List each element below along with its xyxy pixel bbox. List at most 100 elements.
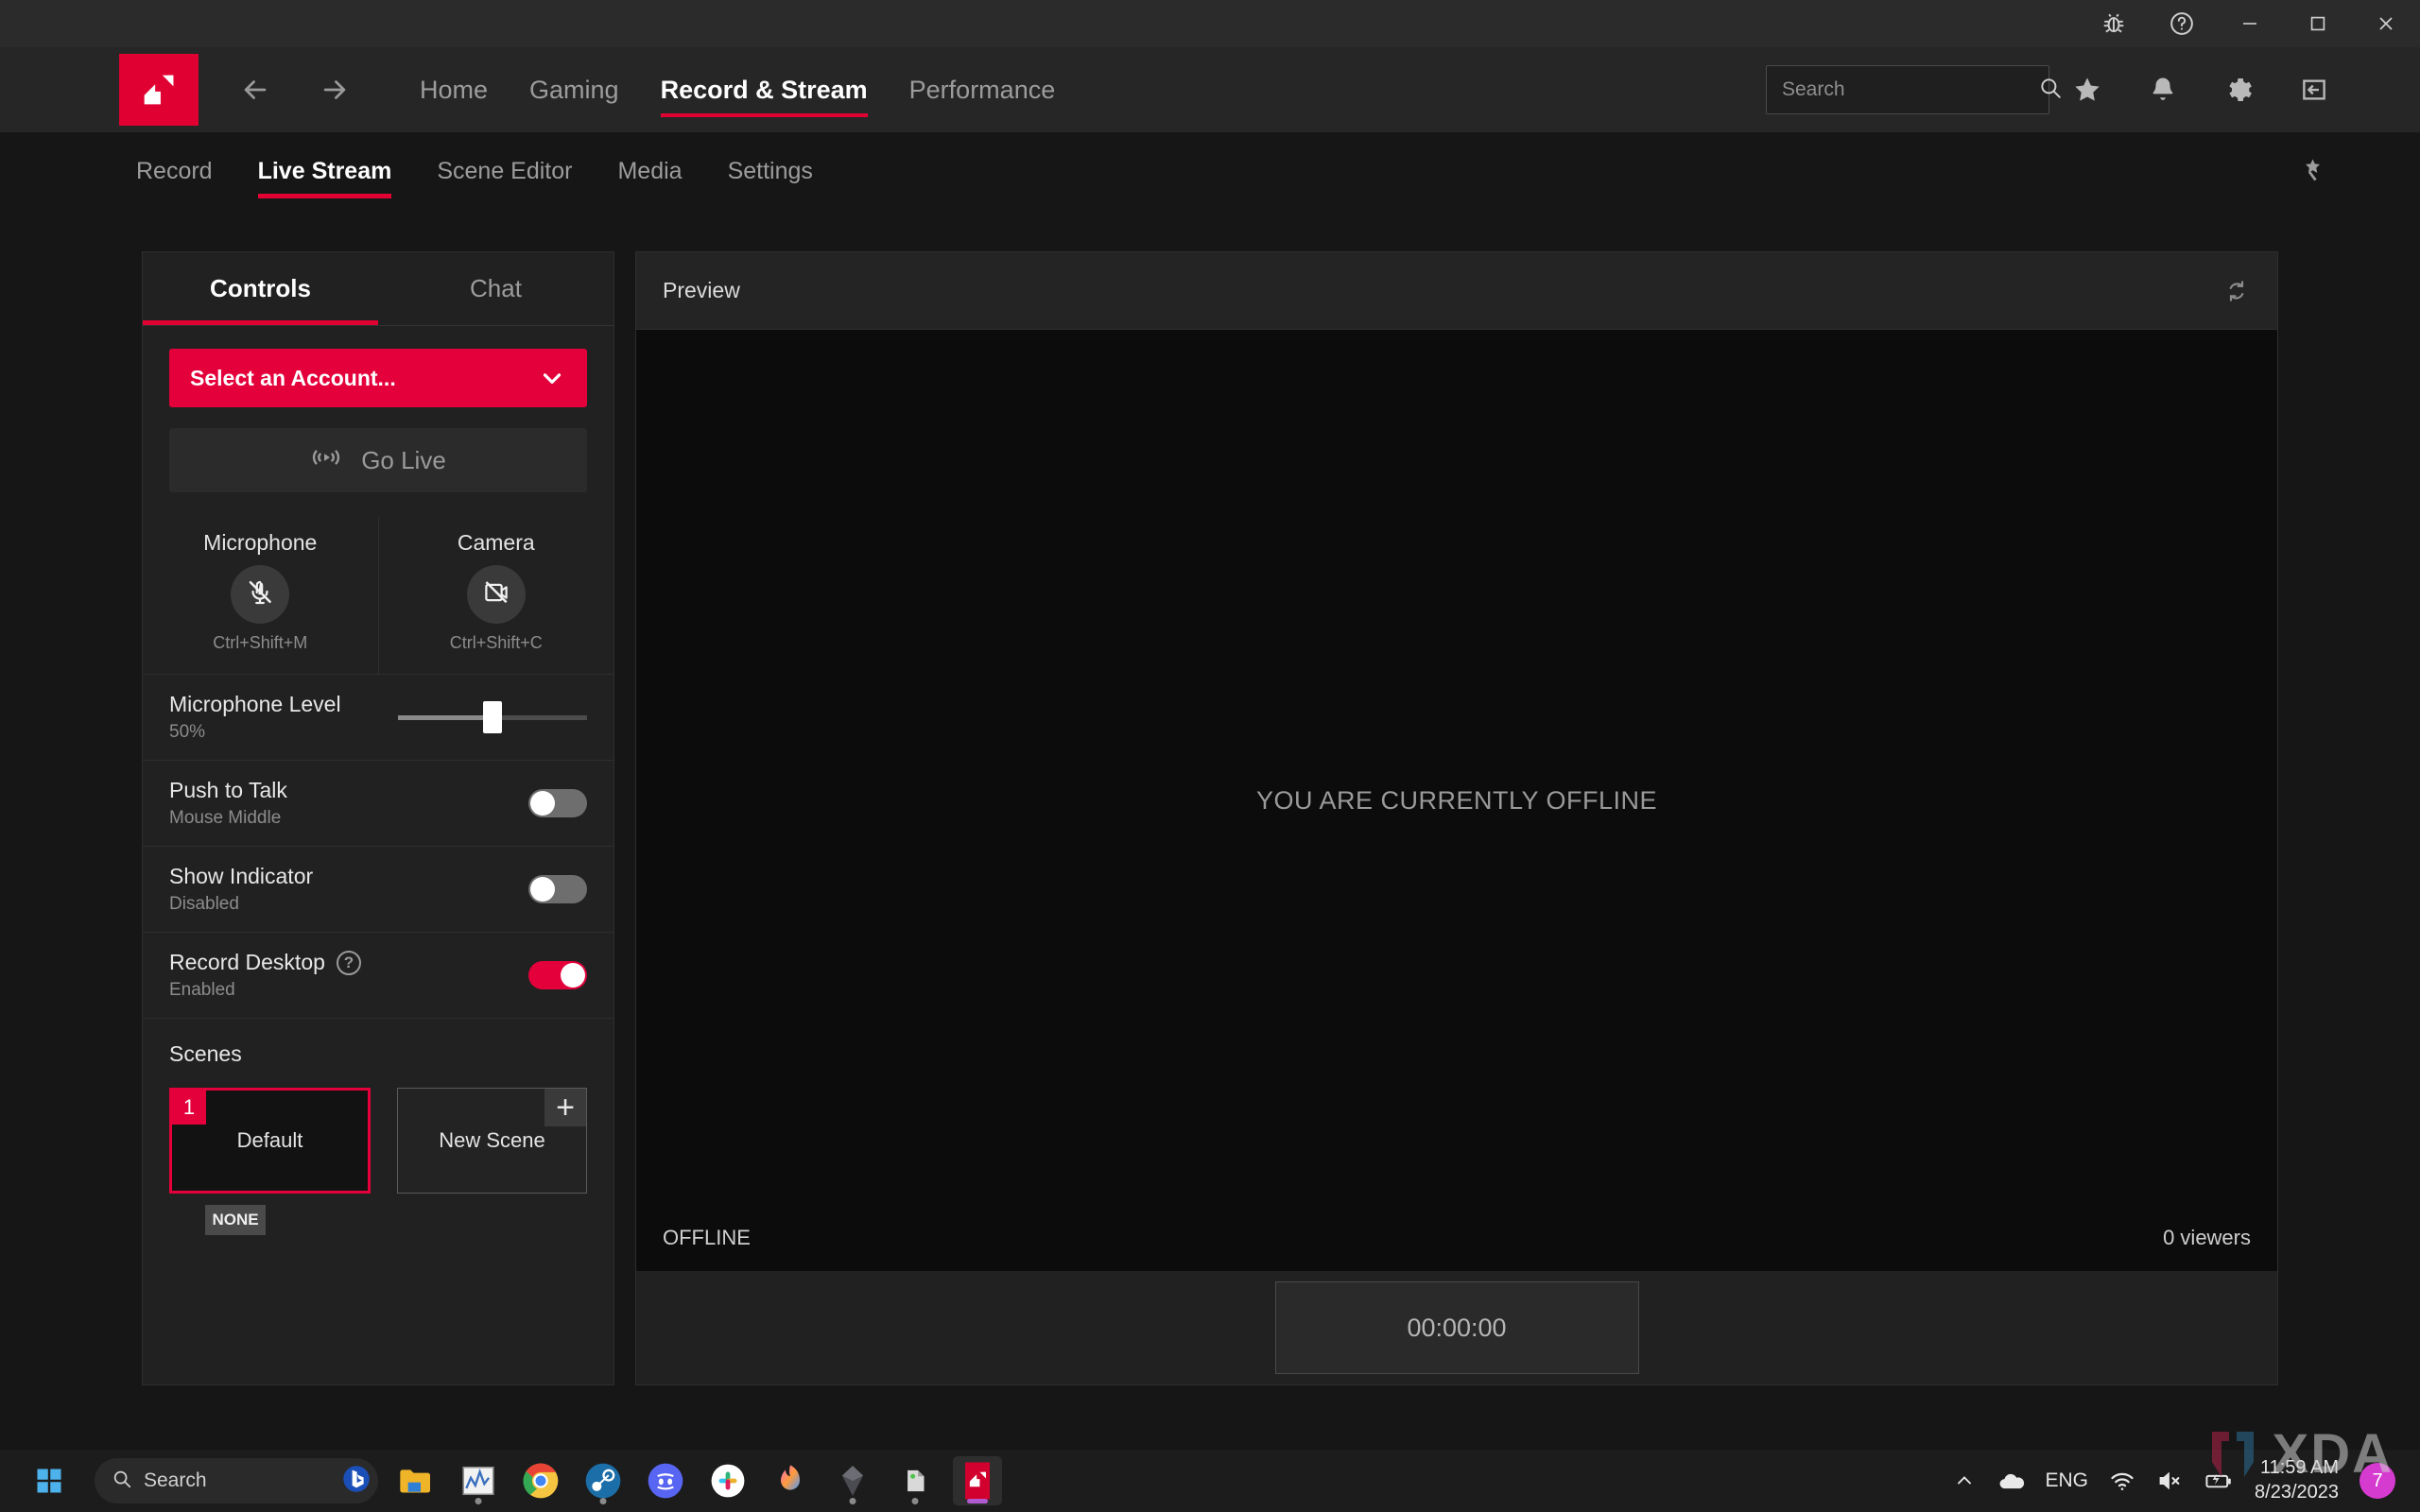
- firefox-icon[interactable]: [766, 1456, 815, 1505]
- bug-report-icon[interactable]: [2080, 0, 2148, 47]
- steam-icon[interactable]: [579, 1456, 628, 1505]
- record-desktop-toggle[interactable]: [528, 961, 587, 989]
- nav-link-gaming[interactable]: Gaming: [509, 47, 640, 132]
- go-live-button[interactable]: Go Live: [169, 428, 587, 492]
- search-input[interactable]: [1782, 78, 2038, 101]
- search-box[interactable]: [1766, 65, 2061, 114]
- microphone-level-label: Microphone Level: [169, 692, 341, 716]
- go-live-label: Go Live: [361, 445, 446, 474]
- nav-back-icon[interactable]: [225, 74, 285, 106]
- slider-thumb[interactable]: [483, 701, 502, 733]
- show-indicator-toggle[interactable]: [528, 875, 587, 903]
- device-toggles: Microphone Ctrl+Shift+M Camera Ctrl+Shif…: [143, 517, 614, 675]
- maximize-icon[interactable]: [2284, 0, 2352, 47]
- preview-footer: 00:00:00: [636, 1271, 2277, 1384]
- close-icon[interactable]: [2352, 0, 2420, 47]
- amd-logo-icon[interactable]: [119, 54, 199, 126]
- scene-name: Default: [236, 1128, 303, 1152]
- nav-link-home[interactable]: Home: [399, 47, 509, 132]
- nav-link-record-and-stream[interactable]: Record & Stream: [640, 47, 889, 132]
- gem-app-icon[interactable]: [828, 1456, 877, 1505]
- microphone-muted-icon: [246, 578, 274, 611]
- favorites-star-icon[interactable]: [2049, 57, 2125, 123]
- bing-chat-icon[interactable]: [342, 1465, 371, 1498]
- running-indicator: [849, 1498, 856, 1504]
- nav-forward-icon[interactable]: [304, 74, 365, 106]
- help-question-icon[interactable]: ?: [336, 950, 361, 975]
- tab-live-stream[interactable]: Live Stream: [235, 132, 415, 210]
- show-hidden-icons-chevron-icon[interactable]: [1953, 1469, 1976, 1492]
- show-indicator-value: Disabled: [169, 894, 239, 914]
- discord-icon[interactable]: [641, 1456, 690, 1505]
- running-indicator: [599, 1498, 607, 1504]
- windows-start-icon[interactable]: [25, 1456, 74, 1505]
- tab-record[interactable]: Record: [113, 132, 235, 210]
- stream-status: OFFLINE: [663, 1226, 751, 1249]
- push-to-talk-value: Mouse Middle: [169, 808, 282, 828]
- microphone-mute-button[interactable]: [231, 565, 290, 624]
- setting-row-push-to-talk: Push to Talk Mouse Middle: [143, 761, 614, 847]
- select-account-dropdown[interactable]: Select an Account...: [169, 349, 587, 407]
- nav-link-performance[interactable]: Performance: [889, 47, 1077, 132]
- new-scene-button[interactable]: + New Scene: [397, 1088, 587, 1194]
- preview-title: Preview: [663, 278, 740, 302]
- chrome-icon[interactable]: [516, 1456, 565, 1505]
- file-explorer-icon[interactable]: [391, 1456, 441, 1505]
- select-account-label: Select an Account...: [190, 365, 396, 390]
- chart-app-icon[interactable]: [454, 1456, 503, 1505]
- search-icon: [112, 1469, 132, 1494]
- microphone-level-slider[interactable]: [398, 698, 587, 736]
- sub-navigation: Record Live Stream Scene Editor Media Se…: [0, 132, 2420, 210]
- nav-links: Home Gaming Record & Stream Performance: [399, 47, 1076, 132]
- object-app-icon[interactable]: [890, 1456, 940, 1505]
- tab-media[interactable]: Media: [595, 132, 704, 210]
- taskbar-search[interactable]: Search: [95, 1458, 378, 1503]
- broadcast-icon: [310, 441, 342, 480]
- minimize-icon[interactable]: [2216, 0, 2284, 47]
- onedrive-cloud-icon[interactable]: [1996, 1467, 2025, 1495]
- tab-scene-editor[interactable]: Scene Editor: [414, 132, 595, 210]
- tab-settings[interactable]: Settings: [705, 132, 836, 210]
- microphone-level-value: 50%: [169, 722, 206, 742]
- amd-software-icon[interactable]: [953, 1456, 1002, 1505]
- taskbar-apps: Search: [0, 1456, 1002, 1505]
- help-icon[interactable]: [2148, 0, 2216, 47]
- microphone-title: Microphone: [203, 530, 318, 555]
- slider-fill: [398, 714, 493, 720]
- volume-muted-icon[interactable]: [2156, 1468, 2183, 1494]
- refresh-icon[interactable]: [2222, 277, 2251, 305]
- scene-card-default[interactable]: 1 Default: [169, 1088, 371, 1194]
- panel-tab-controls[interactable]: Controls: [143, 252, 378, 325]
- push-to-talk-label: Push to Talk: [169, 778, 287, 802]
- pin-icon[interactable]: [2293, 155, 2325, 187]
- push-to-talk-toggle[interactable]: [528, 789, 587, 817]
- camera-disable-button[interactable]: [466, 565, 526, 624]
- language-indicator[interactable]: ENG: [2046, 1469, 2089, 1492]
- camera-title: Camera: [457, 530, 535, 555]
- panel-tabs: Controls Chat: [143, 252, 614, 326]
- preview-stage: YOU ARE CURRENTLY OFFLINE OFFLINE 0 view…: [636, 330, 2277, 1271]
- stream-timer: 00:00:00: [1274, 1281, 1639, 1374]
- slack-icon[interactable]: [703, 1456, 752, 1505]
- window-titlebar: [0, 0, 2420, 47]
- notifications-bell-icon[interactable]: [2125, 57, 2201, 123]
- toggle-knob: [530, 791, 555, 816]
- record-desktop-label: Record Desktop: [169, 950, 325, 974]
- settings-gear-icon[interactable]: [2201, 57, 2276, 123]
- scenes-section: Scenes 1 Default NONE + New Scene: [143, 1019, 614, 1258]
- scene-number: 1: [172, 1091, 206, 1125]
- scenes-title: Scenes: [169, 1041, 242, 1066]
- camera-disabled-icon: [482, 578, 510, 611]
- stream-preview-panel: Preview YOU ARE CURRENTLY OFFLINE OFFLIN…: [635, 251, 2278, 1385]
- setting-row-record-desktop: Record Desktop ? Enabled: [143, 933, 614, 1019]
- new-scene-label: New Scene: [439, 1128, 545, 1152]
- collapse-panel-icon[interactable]: [2276, 57, 2352, 123]
- setting-row-microphone-level: Microphone Level 50%: [143, 675, 614, 761]
- scene-badge-none: NONE: [205, 1205, 266, 1235]
- wifi-icon[interactable]: [2109, 1468, 2135, 1494]
- offline-message: YOU ARE CURRENTLY OFFLINE: [1255, 785, 1658, 815]
- add-scene-plus-icon[interactable]: +: [544, 1089, 586, 1126]
- page-content: Controls Chat Select an Account... Go Li…: [0, 210, 2420, 1450]
- panel-tab-chat[interactable]: Chat: [378, 252, 614, 325]
- record-desktop-value: Enabled: [169, 980, 235, 1000]
